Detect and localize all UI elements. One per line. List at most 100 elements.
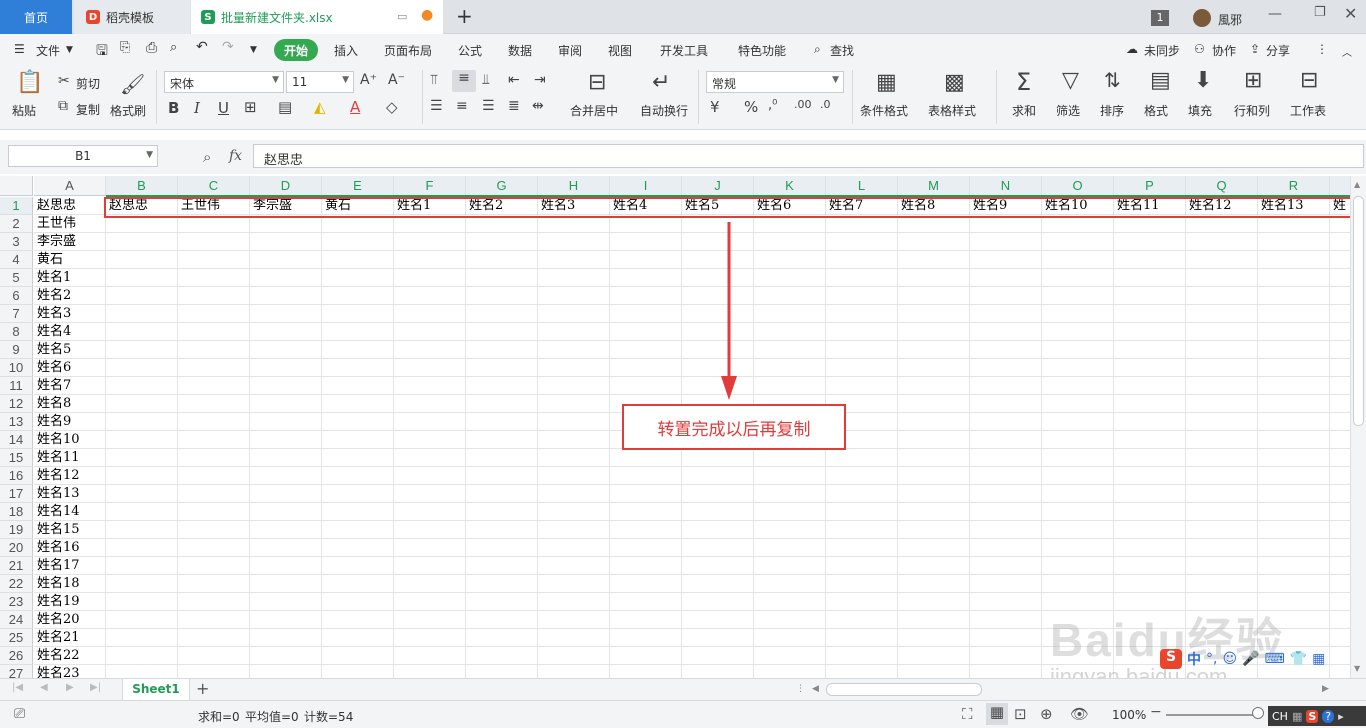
sort-icon[interactable]: ⇅ xyxy=(1104,68,1121,92)
cell-a12[interactable]: 姓名8 xyxy=(34,395,106,413)
help-icon[interactable]: ? xyxy=(1322,709,1335,723)
last-sheet-icon[interactable]: ▶| xyxy=(90,682,101,693)
cell-k6[interactable] xyxy=(754,287,826,305)
cell-s3[interactable] xyxy=(1330,233,1350,251)
cell-k16[interactable] xyxy=(754,467,826,485)
cell-k5[interactable] xyxy=(754,269,826,287)
cell-c14[interactable] xyxy=(178,431,250,449)
cell-f25[interactable] xyxy=(394,629,466,647)
cell-h6[interactable] xyxy=(538,287,610,305)
cell-g18[interactable] xyxy=(466,503,538,521)
cell-m26[interactable] xyxy=(898,647,970,665)
add-sheet-button[interactable]: + xyxy=(196,679,209,698)
cell-r9[interactable] xyxy=(1258,341,1330,359)
cell-e4[interactable] xyxy=(322,251,394,269)
cell-k3[interactable] xyxy=(754,233,826,251)
cell-p21[interactable] xyxy=(1114,557,1186,575)
cell-j27[interactable] xyxy=(682,665,754,678)
cell-r18[interactable] xyxy=(1258,503,1330,521)
cell-c9[interactable] xyxy=(178,341,250,359)
cell-k19[interactable] xyxy=(754,521,826,539)
row-header-18[interactable]: 18 xyxy=(0,503,33,521)
page-layout-view-icon[interactable]: ⊕ xyxy=(1040,705,1053,723)
cell-r16[interactable] xyxy=(1258,467,1330,485)
cell-g9[interactable] xyxy=(466,341,538,359)
cell-e8[interactable] xyxy=(322,323,394,341)
cell-f16[interactable] xyxy=(394,467,466,485)
new-tab-button[interactable]: + xyxy=(456,4,473,28)
row-header-19[interactable]: 19 xyxy=(0,521,33,539)
cell-b25[interactable] xyxy=(106,629,178,647)
cell-q14[interactable] xyxy=(1186,431,1258,449)
user-avatar[interactable] xyxy=(1193,9,1211,27)
cell-a11[interactable]: 姓名7 xyxy=(34,377,106,395)
distribute-icon[interactable]: ⇹ xyxy=(532,98,544,114)
cell-c10[interactable] xyxy=(178,359,250,377)
cell-e27[interactable] xyxy=(322,665,394,678)
cell-h3[interactable] xyxy=(538,233,610,251)
cell-f27[interactable] xyxy=(394,665,466,678)
cell-a25[interactable]: 姓名21 xyxy=(34,629,106,647)
cell-c26[interactable] xyxy=(178,647,250,665)
cell-s12[interactable] xyxy=(1330,395,1350,413)
cell-b26[interactable] xyxy=(106,647,178,665)
cell-a18[interactable]: 姓名14 xyxy=(34,503,106,521)
cell-m5[interactable] xyxy=(898,269,970,287)
collapse-ribbon-icon[interactable]: ︿ xyxy=(1342,44,1352,59)
cell-e6[interactable] xyxy=(322,287,394,305)
cell-f11[interactable] xyxy=(394,377,466,395)
cell-m25[interactable] xyxy=(898,629,970,647)
cell-k11[interactable] xyxy=(754,377,826,395)
cell-g5[interactable] xyxy=(466,269,538,287)
cell-s17[interactable] xyxy=(1330,485,1350,503)
font-name-select[interactable]: 宋体 ▼ xyxy=(164,71,284,93)
cell-g27[interactable] xyxy=(466,665,538,678)
cell-n20[interactable] xyxy=(970,539,1042,557)
copy-button[interactable]: 复制 xyxy=(76,101,100,118)
cell-g12[interactable] xyxy=(466,395,538,413)
cell-j20[interactable] xyxy=(682,539,754,557)
cell-d18[interactable] xyxy=(250,503,322,521)
cell-i15[interactable] xyxy=(610,449,682,467)
cell-n3[interactable] xyxy=(970,233,1042,251)
cell-m19[interactable] xyxy=(898,521,970,539)
prev-sheet-icon[interactable]: ◀ xyxy=(40,682,48,693)
cell-l27[interactable] xyxy=(826,665,898,678)
cell-q15[interactable] xyxy=(1186,449,1258,467)
cell-b10[interactable] xyxy=(106,359,178,377)
increase-indent-icon[interactable]: ⇥ xyxy=(534,72,546,88)
cell-o14[interactable] xyxy=(1042,431,1114,449)
cell-f17[interactable] xyxy=(394,485,466,503)
cell-o20[interactable] xyxy=(1042,539,1114,557)
cell-m12[interactable] xyxy=(898,395,970,413)
cell-q8[interactable] xyxy=(1186,323,1258,341)
cell-o6[interactable] xyxy=(1042,287,1114,305)
thousands-icon[interactable]: ,⁰ xyxy=(768,98,777,113)
cell-s16[interactable] xyxy=(1330,467,1350,485)
increase-decimal-icon[interactable]: .00 xyxy=(794,98,812,111)
scroll-left-edge-icon[interactable]: ⋮ xyxy=(796,684,805,694)
cell-f6[interactable] xyxy=(394,287,466,305)
italic-icon[interactable]: I xyxy=(194,99,200,117)
table-style-icon[interactable]: ▩ xyxy=(944,70,965,95)
cell-e10[interactable] xyxy=(322,359,394,377)
cell-o21[interactable] xyxy=(1042,557,1114,575)
cell-a3[interactable]: 李宗盛 xyxy=(34,233,106,251)
cell-k15[interactable] xyxy=(754,449,826,467)
cell-j18[interactable] xyxy=(682,503,754,521)
cell-i23[interactable] xyxy=(610,593,682,611)
row-header-26[interactable]: 26 xyxy=(0,647,33,665)
cell-q16[interactable] xyxy=(1186,467,1258,485)
cell-a22[interactable]: 姓名18 xyxy=(34,575,106,593)
cell-i17[interactable] xyxy=(610,485,682,503)
cell-a13[interactable]: 姓名9 xyxy=(34,413,106,431)
cell-c21[interactable] xyxy=(178,557,250,575)
cell-e14[interactable] xyxy=(322,431,394,449)
align-middle-icon[interactable]: ≡ xyxy=(452,70,476,92)
cell-s22[interactable] xyxy=(1330,575,1350,593)
cell-c13[interactable] xyxy=(178,413,250,431)
cell-q3[interactable] xyxy=(1186,233,1258,251)
cell-r5[interactable] xyxy=(1258,269,1330,287)
cell-s6[interactable] xyxy=(1330,287,1350,305)
cell-b18[interactable] xyxy=(106,503,178,521)
